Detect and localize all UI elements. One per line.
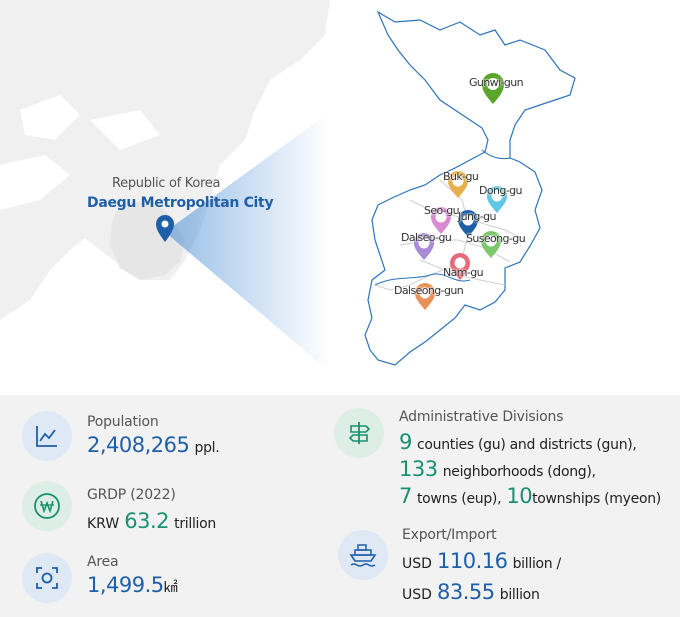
area-unit: ㎢ [163,580,178,596]
country-label: Republic of Korea [112,176,221,191]
population-label: Population [87,414,159,430]
district-label-suseong-gu: Suseong-gu [466,232,526,245]
admin-line-1: 9 counties (gu) and districts (gun), [399,430,637,454]
focus-icon [22,553,72,603]
admin-line-2: 133 neighborhoods (dong), [399,457,596,481]
city-label: Daegu Metropolitan City [87,195,274,211]
import-unit: billion [499,587,540,603]
area-value-row: 1,499.5㎢ [87,573,178,597]
district-label-dalseo-gu: Dalseo-gu [401,231,452,244]
admin-neighborhoods-count: 133 [399,457,438,481]
trade-export-row: USD 110.16 billion / [402,549,561,573]
admin-neighborhoods-text: neighborhoods (dong), [442,464,596,480]
import-value: 83.55 [437,580,495,604]
district-label-jung-gu: Jung-gu [458,210,497,223]
district-label-dong-gu: Dong-gu [479,184,522,197]
area-label: Area [87,554,119,570]
area-value: 1,499.5 [87,573,164,597]
grdp-label: GRDP (2022) [87,487,176,503]
district-label-buk-gu: Buk-gu [443,170,479,183]
admin-townships-text: townships (myeon) [532,491,661,507]
admin-label: Administrative Divisions [399,409,564,425]
population-unit: ppl. [194,440,220,456]
stats-panel: Population 2,408,265 ppl. GRDP (2022) KR… [0,395,680,617]
import-prefix: USD [402,587,432,603]
district-label-gunwi-gun: Gunwi-gun [469,76,524,89]
admin-counties-count: 9 [399,430,412,454]
export-prefix: USD [402,556,432,572]
grdp-value: 63.2 [124,509,170,533]
district-label-dalseong-gun: Dalseong-gun [394,284,464,297]
won-icon [22,481,72,531]
population-value: 2,408,265 [87,433,190,457]
trade-label: Export/Import [402,527,497,543]
grdp-prefix: KRW [87,516,120,532]
ship-icon [338,530,388,580]
signpost-icon [334,408,384,458]
admin-towns-text: towns (eup), [416,491,502,507]
population-value-row: 2,408,265 ppl. [87,433,220,457]
admin-counties-text: counties (gu) and districts (gun), [416,437,637,453]
grdp-unit: trillion [174,516,216,532]
map-area: Republic of Korea Daegu Metropolitan Cit… [0,0,680,395]
trade-import-row: USD 83.55 billion [402,580,540,604]
admin-townships-count: 10 [506,484,533,508]
district-label-seo-gu: Seo-gu [424,204,460,217]
district-label-nam-gu: Nam-gu [443,266,484,279]
admin-towns-count: 7 [399,484,412,508]
daegu-outline [364,10,576,366]
line-chart-icon [22,411,72,461]
export-unit: billion / [512,556,562,572]
admin-line-3: 7 towns (eup), 10townships (myeon) [399,484,661,508]
grdp-value-row: KRW 63.2 trillion [87,509,216,533]
export-value: 110.16 [437,549,508,573]
